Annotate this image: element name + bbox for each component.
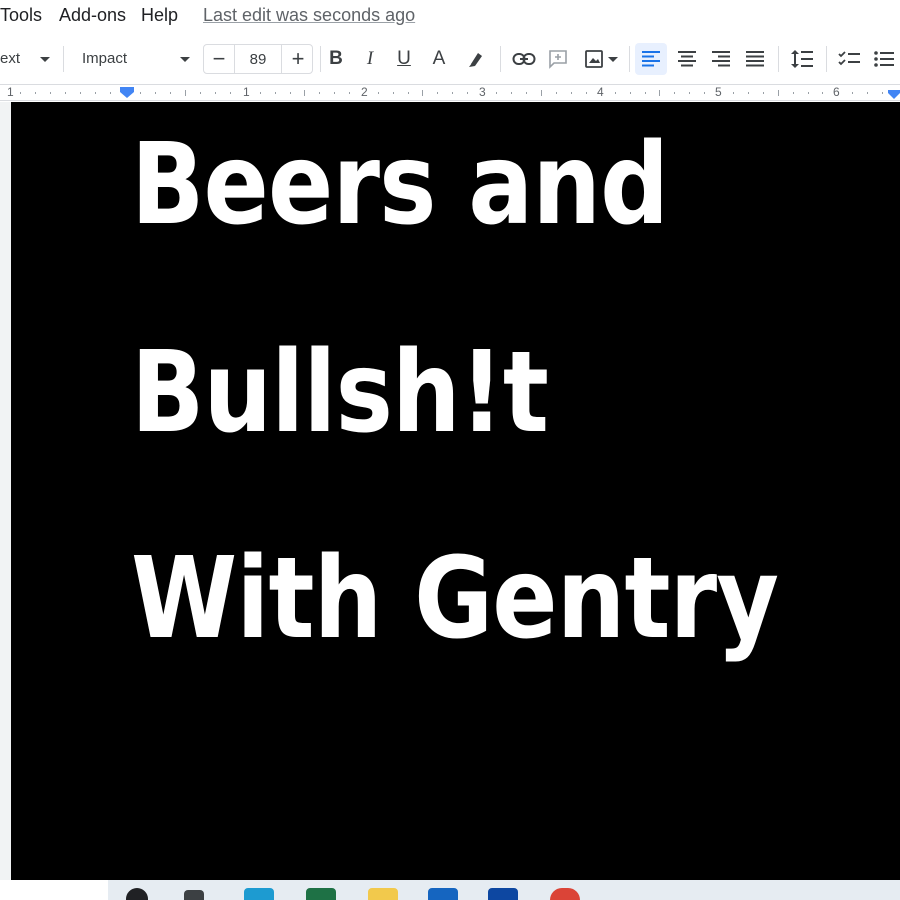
excel-icon[interactable] [306,888,336,900]
add-comment-button[interactable] [544,44,572,74]
toolbar-divider [500,46,501,72]
line-spacing-button[interactable] [786,43,818,75]
toolbar: ext Impact − 89 + B I U A [0,36,900,82]
font-family-dropdown[interactable]: Impact [72,44,196,74]
italic-icon: I [366,48,374,69]
chevron-down-icon [40,57,50,62]
text-color-button[interactable]: A [425,44,453,74]
paragraph-style-dropdown[interactable]: ext [0,44,56,74]
link-icon [512,53,536,65]
toolbar-divider [63,46,64,72]
menu-bar: Tools Add-ons Help Last edit was seconds… [0,0,900,34]
checklist-button[interactable] [834,43,864,75]
document-page[interactable]: Beers and Bullsh!t With Gentry [11,102,900,880]
document-line[interactable]: Beers and [131,120,669,250]
ruler-number: 4 [597,85,604,99]
menu-help[interactable]: Help [141,5,178,26]
file-explorer-icon[interactable] [368,888,398,900]
document-line[interactable]: Bullsh!t [131,328,549,458]
task-view-icon[interactable] [184,890,204,900]
last-edit-link[interactable]: Last edit was seconds ago [203,5,415,26]
highlight-color-button[interactable] [462,44,490,74]
font-size-stepper: − 89 + [203,44,313,74]
underline-button[interactable]: U [390,44,418,74]
indent-marker-icon [120,87,134,98]
insert-link-button[interactable] [509,44,539,74]
highlighter-icon [469,53,482,67]
ruler-number: 1 [243,85,250,99]
insert-image-button[interactable] [579,44,623,74]
align-left-button[interactable] [635,43,667,75]
ruler[interactable]: 1 1 2 3 4 5 6 [0,84,900,101]
checklist-icon [838,51,860,66]
chevron-down-icon [608,56,618,62]
align-right-icon [712,51,730,67]
ruler-number: 1 [7,85,14,99]
bold-icon: B [329,48,343,69]
image-icon [585,50,603,68]
ruler-number: 2 [361,85,368,99]
font-family-label: Impact [82,50,128,67]
taskbar [0,880,900,900]
onedrive-icon[interactable] [488,888,518,900]
toolbar-divider [778,46,779,72]
toolbar-divider [826,46,827,72]
underline-icon: U [397,48,411,69]
paragraph-style-label: ext [0,50,21,67]
ruler-number: 3 [479,85,486,99]
decrease-font-size-button[interactable]: − [204,45,234,73]
store-icon[interactable] [428,888,458,900]
ruler-ticks [20,87,900,99]
document-line[interactable]: With Gentry [131,534,779,664]
chrome-icon[interactable] [550,888,580,900]
ruler-number: 6 [833,85,840,99]
add-comment-icon [549,50,567,69]
line-spacing-icon [791,50,813,68]
menu-add-ons[interactable]: Add-ons [59,5,126,26]
italic-button[interactable]: I [356,44,384,74]
edge-icon[interactable] [244,888,274,900]
align-right-button[interactable] [705,43,737,75]
bulleted-list-icon [874,51,894,67]
text-color-icon: A [432,48,446,69]
increase-font-size-button[interactable]: + [283,45,313,73]
justify-button[interactable] [739,43,771,75]
align-center-icon [678,51,696,67]
bold-button[interactable]: B [322,44,350,74]
toolbar-divider [629,46,630,72]
align-center-button[interactable] [671,43,703,75]
justify-icon [746,51,764,67]
chevron-down-icon [180,57,190,62]
bulleted-list-button[interactable] [869,43,899,75]
toolbar-divider [320,46,321,72]
font-size-input[interactable]: 89 [234,45,282,73]
ruler-number: 5 [715,85,722,99]
menu-tools[interactable]: Tools [0,5,42,26]
right-margin-marker-icon [888,90,900,99]
align-left-icon [642,51,660,67]
